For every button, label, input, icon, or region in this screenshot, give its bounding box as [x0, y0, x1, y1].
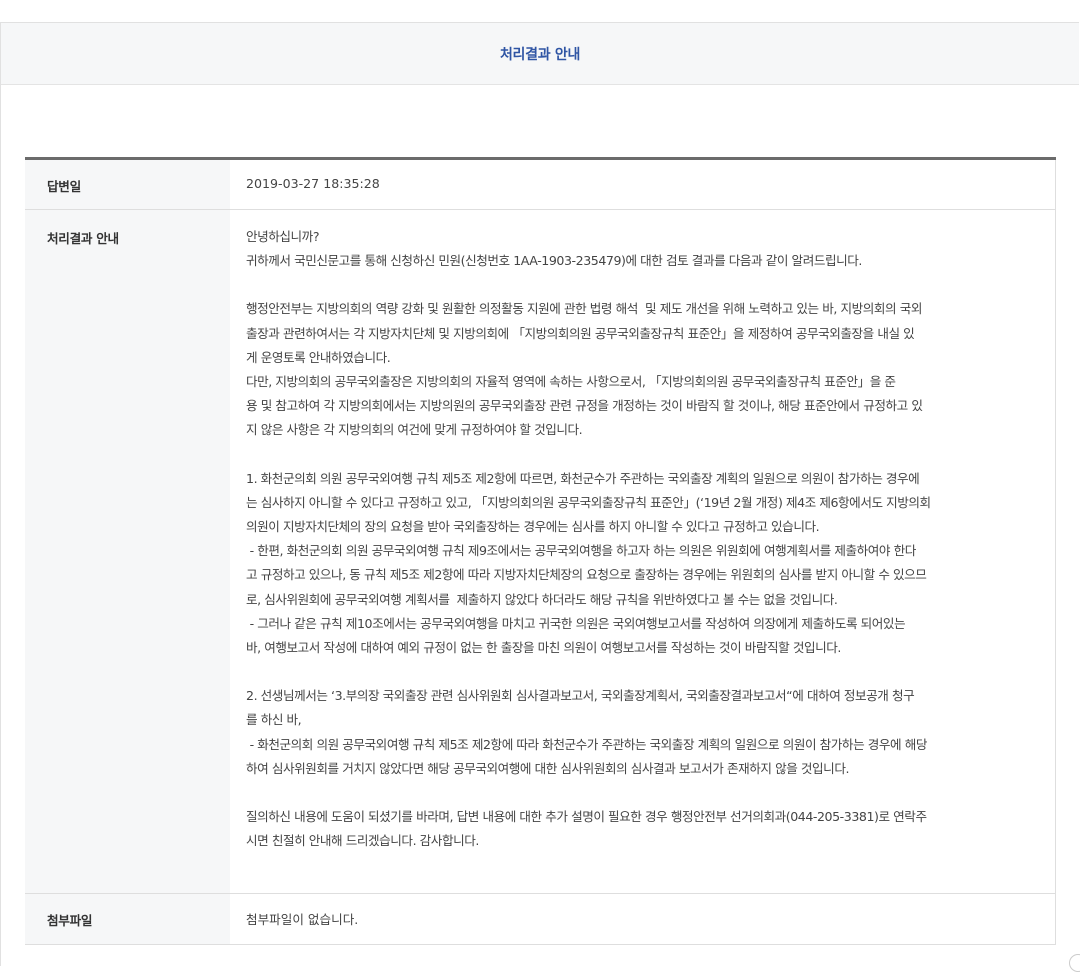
- attachment-value: 첨부파일이 없습니다.: [230, 893, 1056, 945]
- result-row: 처리결과 안내 안녕하십니까? 귀하께서 국민신문고를 통해 신청하신 민원(신…: [25, 209, 1056, 894]
- result-paragraph-greeting: 안녕하십니까? 귀하께서 국민신문고를 통해 신청하신 민원(신청번호 1AA-…: [246, 229, 862, 269]
- result-info-table: 답변일 2019-03-27 18:35:28 처리결과 안내 안녕하십니까? …: [25, 157, 1056, 945]
- answer-date-row: 답변일 2019-03-27 18:35:28: [25, 158, 1056, 210]
- attachment-label: 첨부파일: [25, 893, 230, 945]
- result-paragraph-intro: 행정안전부는 지방의회의 역량 강화 및 원활한 의정활동 지원에 관한 법령 …: [246, 301, 923, 438]
- panel-title: 처리결과 안내: [499, 46, 581, 63]
- attachment-row: 첨부파일 첨부파일이 없습니다.: [25, 893, 1056, 945]
- result-notice-panel: 처리결과 안내 답변일 2019-03-27 18:35:28 처리결과 안내 …: [0, 22, 1080, 972]
- scroll-top-button[interactable]: [1069, 954, 1080, 972]
- result-paragraph-item-2: 2. 선생님께서는 ‘3.부의장 국외출장 관련 심사위원회 심사결과보고서, …: [246, 688, 927, 776]
- result-body: 안녕하십니까? 귀하께서 국민신문고를 통해 신청하신 민원(신청번호 1AA-…: [230, 209, 1056, 894]
- result-label: 처리결과 안내: [25, 209, 230, 894]
- panel-header: 처리결과 안내: [1, 23, 1079, 85]
- answer-date-label: 답변일: [25, 158, 230, 210]
- result-paragraph-closing: 질의하신 내용에 도움이 되셨기를 바라며, 답변 내용에 대한 추가 설명이 …: [246, 809, 927, 849]
- answer-date-value: 2019-03-27 18:35:28: [230, 158, 1056, 210]
- result-paragraph-item-1: 1. 화천군의회 의원 공무국외여행 규칙 제5조 제2항에 따르면, 화천군수…: [246, 470, 931, 656]
